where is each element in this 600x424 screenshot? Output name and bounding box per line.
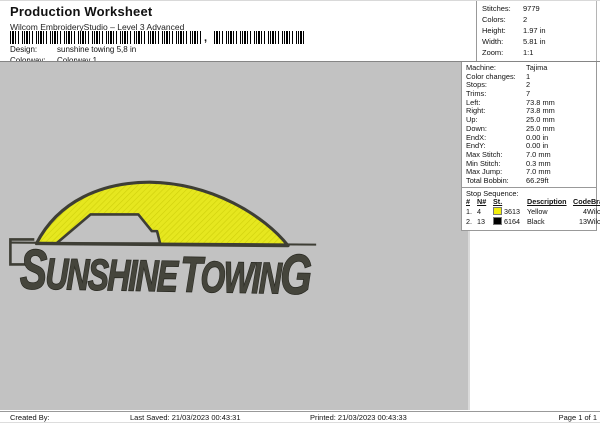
design-field: Design:sunshine towing 5,8 in — [10, 45, 136, 54]
design-label: Design: — [10, 45, 57, 54]
footer-divider — [0, 411, 600, 412]
footer-created-by: Created By: — [10, 413, 50, 422]
sunshine-towing-logo: SUNSHINETOWING — [0, 176, 400, 306]
footer-printed: Printed: 21/03/2023 00:43:33 — [310, 413, 407, 422]
production-worksheet-page: Production Worksheet Wilcom EmbroiderySt… — [0, 0, 600, 424]
stat-width: Width:5.81 in — [482, 37, 596, 48]
info-total-bobbin: Total Bobbin:66.29ft — [466, 177, 594, 186]
page-title: Production Worksheet — [10, 4, 152, 19]
thread-color-swatch-black — [493, 217, 502, 225]
barcode-separator: , — [204, 32, 207, 44]
stat-colors: Colors:2 — [482, 15, 596, 26]
machine-info-panel: Machine:Tajima Color changes:1 Stops:2 T… — [461, 62, 597, 231]
design-stats-box: Stitches:9779 Colors:2 Height:1.97 in Wi… — [476, 1, 597, 61]
stop-sequence-row: 2. 13 6164 Black 13 Wilcom — [466, 217, 594, 227]
stop-sequence-row: 1. 4 3613 Yellow 4 Wilcom — [466, 207, 594, 217]
page-bottom-edge — [0, 422, 600, 423]
design-value: sunshine towing 5,8 in — [57, 45, 136, 54]
design-canvas: SUNSHINETOWING — [0, 62, 470, 410]
stop-sequence-divider — [462, 187, 596, 188]
footer-page-number: Page 1 of 1 — [559, 413, 597, 422]
thread-color-swatch-yellow — [493, 207, 502, 215]
stat-height: Height:1.97 in — [482, 26, 596, 37]
stat-stitches: Stitches:9779 — [482, 4, 596, 15]
stop-sequence-table: # N# St. Description Code Brand 1. 4 361… — [466, 198, 594, 226]
barcode-icon — [214, 31, 306, 44]
footer-last-saved: Last Saved: 21/03/2023 00:43:31 — [130, 413, 241, 422]
barcode-icon — [10, 31, 203, 44]
stop-sequence-header-row: # N# St. Description Code Brand — [466, 198, 594, 207]
logo-text: SUNSHINETOWING — [20, 239, 312, 306]
stat-zoom: Zoom:1:1 — [482, 48, 596, 59]
